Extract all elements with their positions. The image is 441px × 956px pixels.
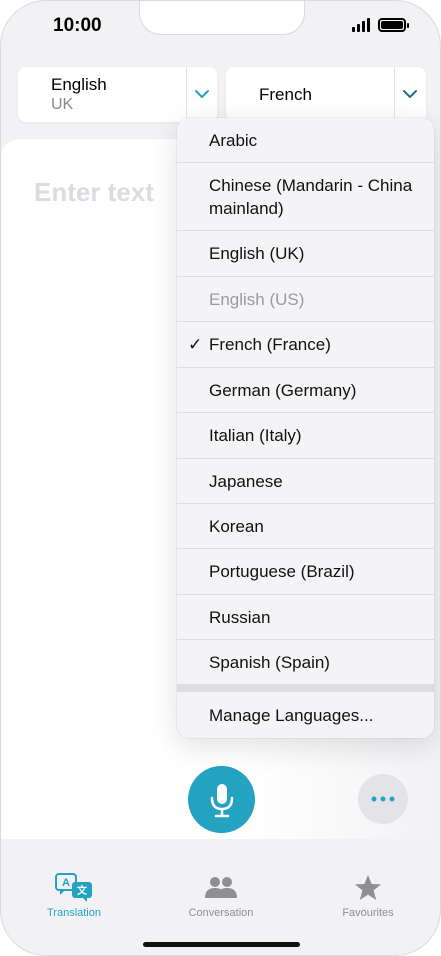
selector-divider <box>394 67 395 122</box>
tab-label-favourites: Favourites <box>342 907 394 919</box>
people-icon <box>205 877 237 898</box>
language-option[interactable]: Spanish (Spain) <box>177 640 434 684</box>
language-option[interactable]: Arabic <box>177 118 434 163</box>
language-option[interactable]: Russian <box>177 595 434 640</box>
language-option[interactable]: Japanese <box>177 459 434 504</box>
checkmark-icon: ✓ <box>188 335 203 354</box>
source-language-selector[interactable]: English UK <box>18 67 217 122</box>
target-language-selector[interactable]: French <box>226 67 426 122</box>
target-language-name: French <box>259 85 312 104</box>
translate-icon: A 文 <box>55 873 92 902</box>
menu-separator <box>177 684 434 692</box>
language-option[interactable]: English (UK) <box>177 231 434 277</box>
battery-icon <box>378 18 409 32</box>
language-option[interactable]: Italian (Italy) <box>177 413 434 459</box>
manage-languages-button[interactable]: Manage Languages... <box>177 692 434 738</box>
tab-label-conversation: Conversation <box>188 907 254 919</box>
source-language-region: UK <box>51 96 74 113</box>
language-option[interactable]: German (Germany) <box>177 368 434 413</box>
device-notch <box>139 1 305 35</box>
tab-translation[interactable]: A 文 Translation <box>24 871 124 919</box>
language-option-disabled: English (US) <box>177 277 434 322</box>
app-window: 10:00 English UK French Enter text Arabi… <box>0 0 441 956</box>
tab-conversation[interactable]: Conversation <box>171 871 271 919</box>
svg-text:A: A <box>62 877 70 889</box>
microphone-icon <box>210 783 233 817</box>
language-option[interactable]: Portuguese (Brazil) <box>177 549 434 595</box>
language-dropdown-menu: Arabic Chinese (Mandarin - China mainlan… <box>177 118 434 738</box>
language-option-selected[interactable]: ✓ French (France) <box>177 322 434 368</box>
status-time: 10:00 <box>53 15 102 36</box>
microphone-button[interactable] <box>188 766 255 833</box>
chevron-down-icon[interactable] <box>194 86 210 102</box>
chevron-down-icon[interactable] <box>402 86 418 102</box>
star-icon <box>355 874 381 900</box>
tab-label-translation: Translation <box>46 907 101 919</box>
tab-bar: A 文 Translation Conversation Favourites <box>1 871 440 931</box>
ellipsis-icon <box>371 796 395 802</box>
language-option[interactable]: Chinese (Mandarin - China mainland) <box>177 163 434 231</box>
text-input-placeholder[interactable]: Enter text <box>34 177 154 208</box>
more-options-button[interactable] <box>358 774 408 824</box>
svg-text:文: 文 <box>77 884 88 897</box>
language-option[interactable]: Korean <box>177 504 434 549</box>
source-language-name: English <box>51 75 107 94</box>
status-icons <box>352 18 409 32</box>
tab-favourites[interactable]: Favourites <box>318 871 418 919</box>
selector-divider <box>186 67 187 122</box>
home-indicator[interactable] <box>143 942 300 947</box>
signal-icon <box>352 18 370 32</box>
